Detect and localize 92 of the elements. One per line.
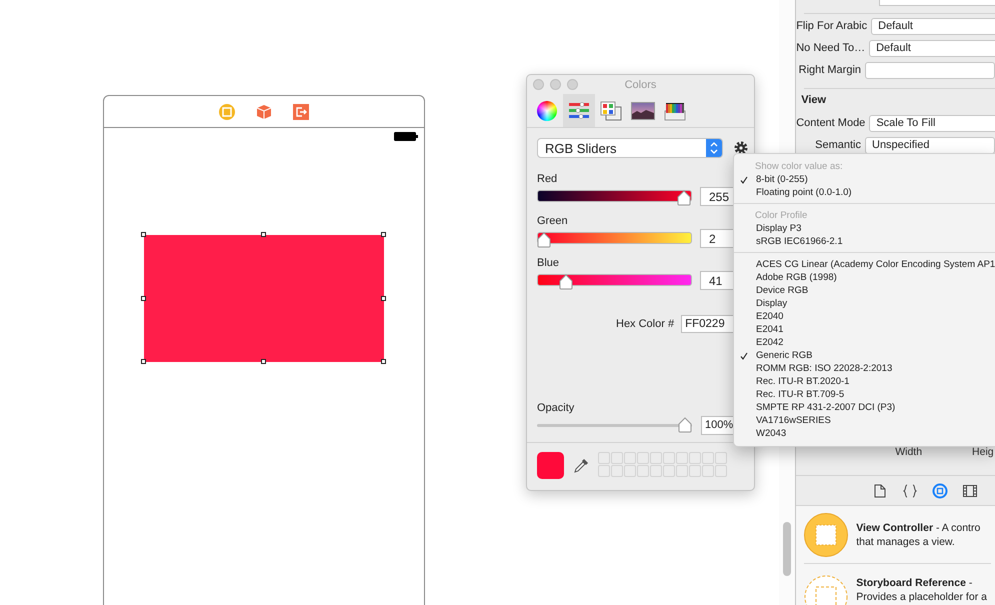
field-label: No Need To… <box>796 42 866 54</box>
resize-handle[interactable] <box>261 232 266 237</box>
library-item[interactable]: Storyboard Reference - Provides a placeholder for a <box>804 564 991 605</box>
channel-label: Green <box>537 215 569 228</box>
empty-swatch[interactable] <box>676 465 688 477</box>
film-icon <box>962 484 977 496</box>
size-label: Width <box>895 446 922 458</box>
empty-swatch[interactable] <box>650 465 662 477</box>
section-title: View <box>800 93 828 108</box>
popup-field[interactable]: Scale To Fill <box>869 114 995 132</box>
slider-thumb[interactable] <box>678 417 692 433</box>
field-label: Content Mode <box>796 117 866 129</box>
cube-icon[interactable] <box>256 104 272 120</box>
settings-icon[interactable] <box>733 140 749 156</box>
field-label: Right Margin <box>798 64 861 76</box>
empty-swatch[interactable] <box>715 452 727 464</box>
library-item-title: View Controller - A contro <box>856 522 980 534</box>
color-picker-tab[interactable] <box>563 94 595 127</box>
palette-icon <box>600 100 622 120</box>
library-item-description: Provides a placeholder for a <box>856 591 987 603</box>
empty-swatch[interactable] <box>624 465 636 477</box>
library-item-title: Storyboard Reference - <box>856 577 974 589</box>
exit-icon[interactable] <box>293 104 309 120</box>
menu-header: Color Profile <box>754 209 808 222</box>
minimize-button[interactable] <box>550 79 561 90</box>
menu-item[interactable]: 8-bit (0-255) <box>734 173 995 186</box>
menu-item[interactable]: Rec. ITU-R BT.2020-1 <box>734 375 995 388</box>
landscape-icon <box>631 102 655 120</box>
resize-handle[interactable] <box>141 232 146 237</box>
menu-item[interactable]: ROMM RGB: ISO 22028-2:2013 <box>734 362 995 375</box>
empty-swatch[interactable] <box>637 452 649 464</box>
empty-swatch[interactable] <box>676 452 688 464</box>
colored-view[interactable] <box>144 235 384 362</box>
chevron-icon <box>710 141 718 155</box>
popup-field[interactable]: Default <box>871 18 995 34</box>
empty-swatch[interactable] <box>663 452 675 464</box>
popup-field[interactable]: Default <box>869 40 995 56</box>
empty-swatch[interactable] <box>702 452 714 464</box>
menu-item[interactable]: Generic RGB <box>734 349 995 362</box>
empty-swatch[interactable] <box>611 452 623 464</box>
resize-handle[interactable] <box>141 296 146 300</box>
view-controller-icon[interactable] <box>219 104 235 120</box>
mode-popup[interactable]: RGB Sliders <box>537 138 723 158</box>
empty-swatch[interactable] <box>650 452 662 464</box>
channel-label: Red <box>537 173 558 186</box>
menu-item[interactable]: E2042 <box>734 336 995 349</box>
menu-item[interactable]: SMPTE RP 431-2-2007 DCI (P3) <box>734 401 995 414</box>
empty-swatch[interactable] <box>611 465 623 477</box>
zoom-button[interactable] <box>567 79 578 90</box>
menu-header: Show color value as: <box>754 160 844 173</box>
text-field[interactable] <box>879 0 995 6</box>
channel-label: Blue <box>537 257 560 270</box>
battery-icon <box>394 132 418 141</box>
library-item[interactable]: View Controller - A contro that manages a view. <box>804 506 991 564</box>
color-wheel-icon <box>537 100 557 120</box>
empty-swatch[interactable] <box>624 452 636 464</box>
hex-label: Hex Color # <box>616 318 674 330</box>
empty-swatch[interactable] <box>663 465 675 477</box>
size-label: Heig <box>972 446 994 458</box>
empty-swatch[interactable] <box>598 452 610 464</box>
menu-item[interactable]: Display <box>734 297 995 310</box>
empty-swatch[interactable] <box>637 465 649 477</box>
field-label: Semantic <box>814 139 861 151</box>
resize-handle[interactable] <box>381 232 386 237</box>
resize-handle[interactable] <box>381 296 386 300</box>
empty-swatch[interactable] <box>702 465 714 477</box>
current-color-swatch[interactable] <box>537 452 564 479</box>
close-button[interactable] <box>533 79 544 90</box>
object-icon <box>932 482 948 498</box>
scrollbar-thumb[interactable] <box>783 522 792 576</box>
pencils-icon <box>664 100 686 120</box>
window-title: Colors <box>624 78 658 90</box>
resize-handle[interactable] <box>141 359 146 364</box>
view-controller-icon <box>804 512 848 556</box>
opacity-slider[interactable] <box>537 417 692 433</box>
braces-icon <box>902 484 917 498</box>
menu-item[interactable]: ACES CG Linear (Academy Color Encoding System AP1 <box>734 258 995 271</box>
opacity-label: Opacity <box>537 402 576 415</box>
empty-swatch[interactable] <box>715 465 727 477</box>
text-field[interactable] <box>865 62 995 78</box>
empty-swatch[interactable] <box>598 465 610 477</box>
sliders-icon <box>568 100 590 120</box>
eyedropper-icon[interactable] <box>573 458 589 474</box>
resize-handle[interactable] <box>261 359 266 364</box>
empty-swatch[interactable] <box>689 465 701 477</box>
library-item-description: that manages a view. <box>856 536 956 548</box>
field-label: Flip For Arabic <box>796 20 868 32</box>
empty-swatch[interactable] <box>689 452 701 464</box>
menu-item[interactable]: Rec. ITU-R BT.709-5 <box>734 388 995 401</box>
file-icon <box>874 484 886 498</box>
popup-field[interactable]: Unspecified <box>865 136 995 154</box>
resize-handle[interactable] <box>381 359 386 364</box>
